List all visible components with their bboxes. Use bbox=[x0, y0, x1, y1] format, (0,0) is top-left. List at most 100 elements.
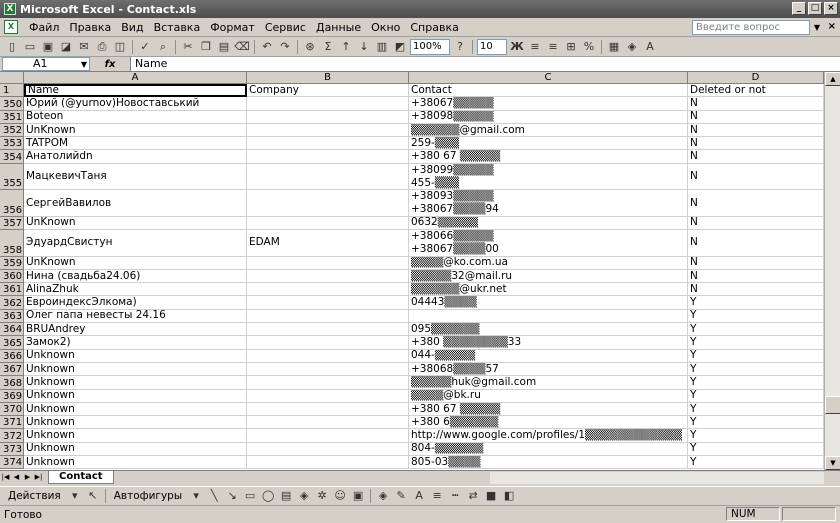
insert-function-icon[interactable]: fx bbox=[90, 59, 130, 70]
sheet-tab-contact[interactable]: Contact bbox=[48, 471, 114, 484]
cell-contact[interactable]: ▒▒▒▒▒32@mail.ru bbox=[409, 269, 688, 284]
menu-insert[interactable]: Вставка bbox=[149, 21, 206, 34]
hyperlink-icon[interactable]: ⊛ bbox=[302, 39, 318, 55]
scroll-thumb[interactable] bbox=[825, 396, 840, 414]
row-header[interactable]: 363 bbox=[0, 309, 24, 324]
cell-company[interactable] bbox=[247, 429, 409, 443]
column-header-d[interactable]: D bbox=[688, 72, 824, 84]
menu-help[interactable]: Справка bbox=[405, 21, 463, 34]
cut-icon[interactable]: ✂ bbox=[180, 39, 196, 55]
row-header[interactable]: 366 bbox=[0, 349, 24, 363]
cell-name[interactable]: СергейВавилов bbox=[24, 190, 247, 217]
cell-name[interactable]: Unknown bbox=[24, 442, 247, 457]
cell-deleted[interactable]: N bbox=[688, 123, 824, 138]
row-header[interactable]: 359 bbox=[0, 256, 24, 270]
row-header[interactable]: 350 bbox=[0, 97, 24, 111]
row-header[interactable]: 367 bbox=[0, 362, 24, 377]
actions-menu[interactable]: Действия bbox=[4, 490, 65, 502]
cell-deleted[interactable]: N bbox=[688, 137, 824, 151]
first-sheet-icon[interactable]: |◀ bbox=[0, 472, 11, 483]
line-color-icon[interactable]: ✎ bbox=[393, 488, 409, 504]
cell-name[interactable]: МацкевичТаня bbox=[24, 163, 247, 191]
cell-contact[interactable]: +380 ▒▒▒▒▒▒▒▒33 bbox=[409, 336, 688, 350]
cell-company[interactable] bbox=[247, 256, 409, 270]
cell-company[interactable] bbox=[247, 336, 409, 350]
redo-icon[interactable]: ↷ bbox=[277, 39, 293, 55]
zoom-select[interactable]: 100% bbox=[410, 38, 450, 55]
last-sheet-icon[interactable]: ▶| bbox=[33, 472, 44, 483]
print-preview-icon[interactable]: ◫ bbox=[112, 39, 128, 55]
row-header[interactable]: 352 bbox=[0, 123, 24, 138]
cell-company[interactable]: EDAM bbox=[247, 230, 409, 257]
cell-deleted[interactable]: Y bbox=[688, 323, 824, 337]
cell-contact[interactable]: ▒▒▒▒▒▒@gmail.com bbox=[409, 123, 688, 138]
format-painter-icon[interactable]: ⌫ bbox=[234, 39, 250, 55]
paste-icon[interactable]: ▤ bbox=[216, 39, 232, 55]
cell-company[interactable] bbox=[247, 376, 409, 390]
picture-icon[interactable]: ▣ bbox=[350, 488, 366, 504]
cell-name[interactable]: Замок2) bbox=[24, 336, 247, 350]
new-icon[interactable]: ▯ bbox=[4, 39, 20, 55]
cell-contact[interactable]: +380 6▒▒▒▒▒▒ bbox=[409, 416, 688, 430]
cell-deleted[interactable]: N bbox=[688, 283, 824, 297]
cell-contact[interactable]: 04443▒▒▒▒ bbox=[409, 296, 688, 310]
cell-contact[interactable]: ▒▒▒▒@ko.com.ua bbox=[409, 256, 688, 270]
cell-name[interactable]: Unknown bbox=[24, 402, 247, 417]
cell-deleted[interactable]: Y bbox=[688, 456, 824, 470]
cell-deleted[interactable]: N bbox=[688, 230, 824, 257]
row-header[interactable]: 368 bbox=[0, 376, 24, 390]
menu-tools[interactable]: Сервис bbox=[260, 21, 311, 34]
row-header[interactable]: 357 bbox=[0, 216, 24, 231]
excel-app-icon[interactable]: X bbox=[4, 3, 16, 15]
row-header[interactable]: 356 bbox=[0, 190, 24, 217]
permission-icon[interactable]: ◪ bbox=[58, 39, 74, 55]
row-header[interactable]: 369 bbox=[0, 389, 24, 403]
copy-icon[interactable]: ❐ bbox=[198, 39, 214, 55]
row-header[interactable]: 373 bbox=[0, 442, 24, 457]
row-header[interactable]: 372 bbox=[0, 429, 24, 443]
workbook-icon[interactable]: X bbox=[4, 20, 18, 34]
cell-company[interactable] bbox=[247, 416, 409, 430]
name-box[interactable]: A1 ▼ bbox=[2, 57, 90, 71]
select-all-corner[interactable] bbox=[0, 72, 24, 84]
menu-file[interactable]: Файл bbox=[24, 21, 64, 34]
3d-icon[interactable]: ◧ bbox=[501, 488, 517, 504]
cell-company[interactable] bbox=[247, 269, 409, 284]
cell-name[interactable]: Boteon bbox=[24, 110, 247, 124]
font-size-select[interactable]: 10 bbox=[477, 38, 507, 55]
cell-company[interactable] bbox=[247, 349, 409, 363]
row-header[interactable]: 361 bbox=[0, 283, 24, 297]
cell-deleted[interactable]: Y bbox=[688, 402, 824, 417]
menu-format[interactable]: Формат bbox=[205, 21, 260, 34]
menu-window[interactable]: Окно bbox=[366, 21, 405, 34]
cell-name[interactable]: Нина (свадьба24.06) bbox=[24, 269, 247, 284]
cell-contact[interactable]: ▒▒▒▒@bk.ru bbox=[409, 389, 688, 403]
align-center-icon[interactable]: ≡ bbox=[545, 39, 561, 55]
cell-d1[interactable]: Deleted or not bbox=[688, 84, 824, 98]
print-icon[interactable]: ⎙ bbox=[94, 39, 110, 55]
cell-contact[interactable]: 095▒▒▒▒▒▒ bbox=[409, 323, 688, 337]
cell-company[interactable] bbox=[247, 402, 409, 417]
cell-company[interactable] bbox=[247, 163, 409, 191]
cell-company[interactable] bbox=[247, 442, 409, 457]
prev-sheet-icon[interactable]: ◀ bbox=[11, 472, 22, 483]
maximize-button[interactable]: □ bbox=[808, 2, 822, 15]
column-header-c[interactable]: C bbox=[409, 72, 688, 84]
cell-a1[interactable]: Name bbox=[24, 84, 247, 98]
cell-name[interactable]: Юрий (@yurnov)Новоставський bbox=[24, 97, 247, 111]
chevron-down-icon[interactable]: ▾ bbox=[67, 488, 83, 504]
cell-company[interactable] bbox=[247, 190, 409, 217]
help-icon[interactable]: ? bbox=[452, 39, 468, 55]
cell-contact[interactable]: +380 67 ▒▒▒▒▒ bbox=[409, 150, 688, 164]
row-header[interactable]: 365 bbox=[0, 336, 24, 350]
cell-name[interactable]: Unknown bbox=[24, 389, 247, 403]
cell-name[interactable]: UnKnown bbox=[24, 123, 247, 138]
column-header-b[interactable]: B bbox=[247, 72, 409, 84]
cell-name[interactable]: Unknown bbox=[24, 376, 247, 390]
cell-deleted[interactable]: N bbox=[688, 256, 824, 270]
merge-center-icon[interactable]: ⊞ bbox=[563, 39, 579, 55]
menu-edit[interactable]: Правка bbox=[64, 21, 116, 34]
font-color-icon[interactable]: A bbox=[642, 39, 658, 55]
scroll-up-icon[interactable]: ▲ bbox=[825, 72, 840, 86]
cell-company[interactable] bbox=[247, 150, 409, 164]
